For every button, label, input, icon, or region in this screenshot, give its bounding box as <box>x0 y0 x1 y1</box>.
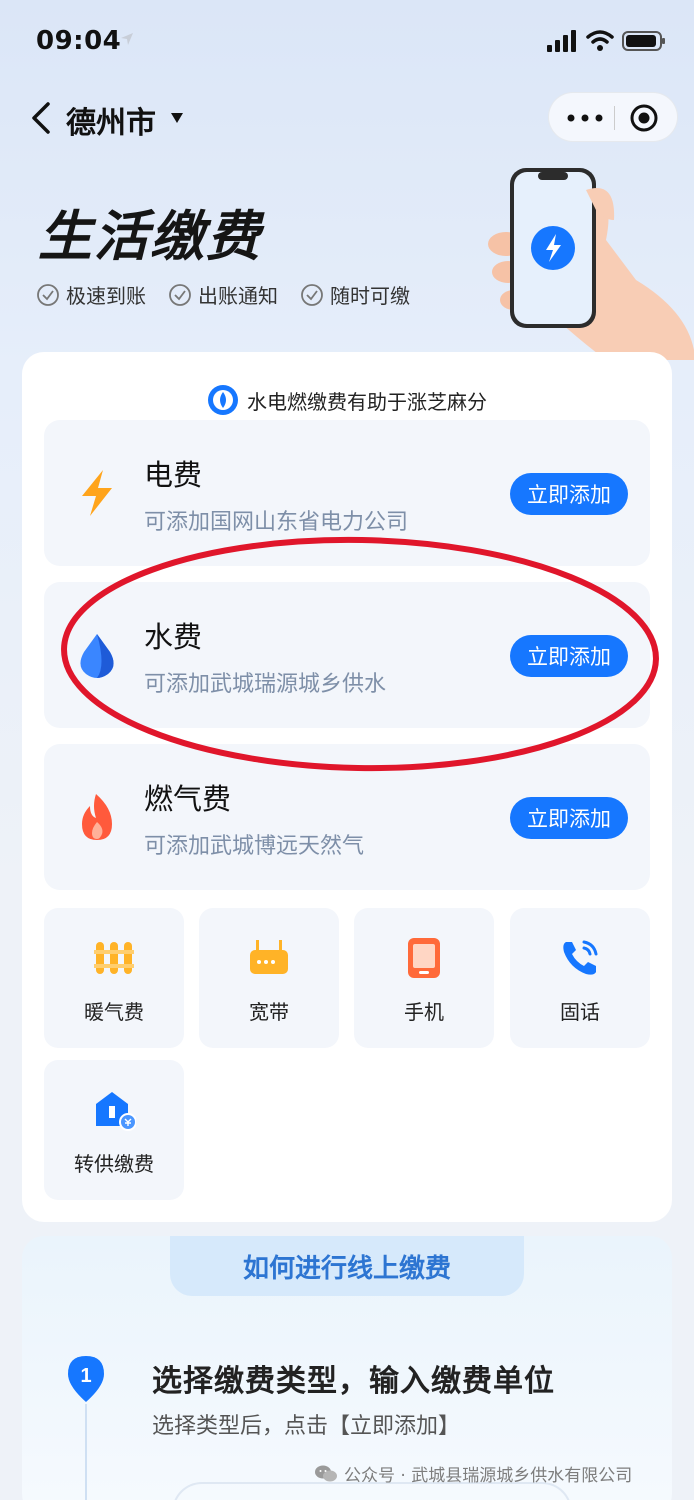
step-marker-icon: 1 <box>68 1356 104 1402</box>
sesame-tip: 水电燃缴费有助于涨芝麻分 <box>22 384 672 416</box>
step-connector <box>85 1404 87 1500</box>
location-arrow-icon <box>121 33 133 45</box>
feature-item: 随时可缴 <box>300 280 410 309</box>
tile-heating[interactable]: 暖气费 <box>44 908 184 1048</box>
caret-down-icon[interactable] <box>170 112 184 124</box>
battery-icon <box>622 31 665 51</box>
radiator-icon <box>94 942 134 974</box>
lightning-icon <box>82 470 112 516</box>
back-icon[interactable] <box>28 100 56 136</box>
bill-row-electricity[interactable]: 电费 可添加国网山东省电力公司 立即添加 <box>44 420 650 566</box>
city-selector[interactable]: 德州市 <box>66 98 156 142</box>
tile-transfer-payment[interactable]: 转供缴费 <box>44 1060 184 1200</box>
check-circle-icon <box>301 283 323 306</box>
bill-desc: 可添加国网山东省电力公司 <box>144 510 409 535</box>
tile-label: 宽带 <box>249 1000 289 1024</box>
feature-label: 出账通知 <box>198 284 278 308</box>
page-title: 生活缴费 <box>38 205 262 268</box>
cellular-signal-icon <box>547 30 576 52</box>
bill-name: 水费 <box>144 620 203 654</box>
water-drop-icon <box>80 634 114 678</box>
wifi-icon <box>586 30 614 51</box>
step-subtitle: 选择类型后，点击【立即添加】 <box>152 1414 461 1439</box>
step-title: 选择缴费类型，输入缴费单位 <box>152 1364 555 1399</box>
close-target-icon[interactable] <box>629 103 659 133</box>
tile-broadband[interactable]: 宽带 <box>199 908 339 1048</box>
feature-list: 极速到账 出账通知 随时可缴 <box>36 280 410 309</box>
tile-label: 手机 <box>404 1000 444 1024</box>
add-water-button[interactable]: 立即添加 <box>510 635 628 677</box>
feature-item: 出账通知 <box>168 280 278 309</box>
tile-label: 暖气费 <box>84 1000 144 1024</box>
status-bar: 09:04 <box>0 22 694 62</box>
bill-name: 电费 <box>144 458 203 492</box>
feature-label: 随时可缴 <box>330 284 410 308</box>
hand-phone-illustration <box>488 168 694 360</box>
tile-mobile[interactable]: 手机 <box>354 908 494 1048</box>
mobile-phone-icon <box>408 938 440 978</box>
bill-name: 燃气费 <box>144 782 232 816</box>
howto-header: 如何进行线上缴费 <box>170 1236 524 1296</box>
tile-label: 固话 <box>560 1000 600 1024</box>
check-circle-icon <box>37 283 59 306</box>
capsule-divider <box>614 106 615 130</box>
bill-card: 水电燃缴费有助于涨芝麻分 电费 可添加国网山东省电力公司 立即添加 水费 可添加… <box>22 352 672 1222</box>
status-time: 09:04 <box>36 26 122 56</box>
step-number: 1 <box>80 1365 91 1387</box>
sesame-credit-icon <box>208 385 238 415</box>
wechat-watermark: 公众号 · 武城县瑞源城乡供水有限公司 <box>314 1461 632 1486</box>
add-gas-button[interactable]: 立即添加 <box>510 797 628 839</box>
nav-bar: 德州市 <box>0 90 694 146</box>
sesame-tip-text: 水电燃缴费有助于涨芝麻分 <box>247 389 487 414</box>
bill-row-gas[interactable]: 燃气费 可添加武城博远天然气 立即添加 <box>44 744 650 890</box>
more-icon[interactable] <box>565 107 605 129</box>
watermark-text: 公众号 · 武城县瑞源城乡供水有限公司 <box>344 1466 633 1486</box>
add-electricity-button[interactable]: 立即添加 <box>510 473 628 515</box>
howto-title: 如何进行线上缴费 <box>242 1253 451 1284</box>
feature-label: 极速到账 <box>66 284 146 308</box>
flame-icon <box>82 794 112 840</box>
bill-row-water[interactable]: 水费 可添加武城瑞源城乡供水 立即添加 <box>44 582 650 728</box>
tile-landline[interactable]: 固话 <box>510 908 650 1048</box>
telephone-icon <box>563 940 598 975</box>
wechat-icon <box>315 1465 337 1481</box>
mini-program-capsule <box>548 92 678 142</box>
transfer-payment-icon <box>96 1092 136 1131</box>
bill-desc: 可添加武城博远天然气 <box>144 834 365 859</box>
check-circle-icon <box>169 283 191 306</box>
router-icon <box>250 940 288 974</box>
tile-label: 转供缴费 <box>74 1152 154 1176</box>
feature-item: 极速到账 <box>36 280 146 309</box>
bill-desc: 可添加武城瑞源城乡供水 <box>144 672 387 697</box>
